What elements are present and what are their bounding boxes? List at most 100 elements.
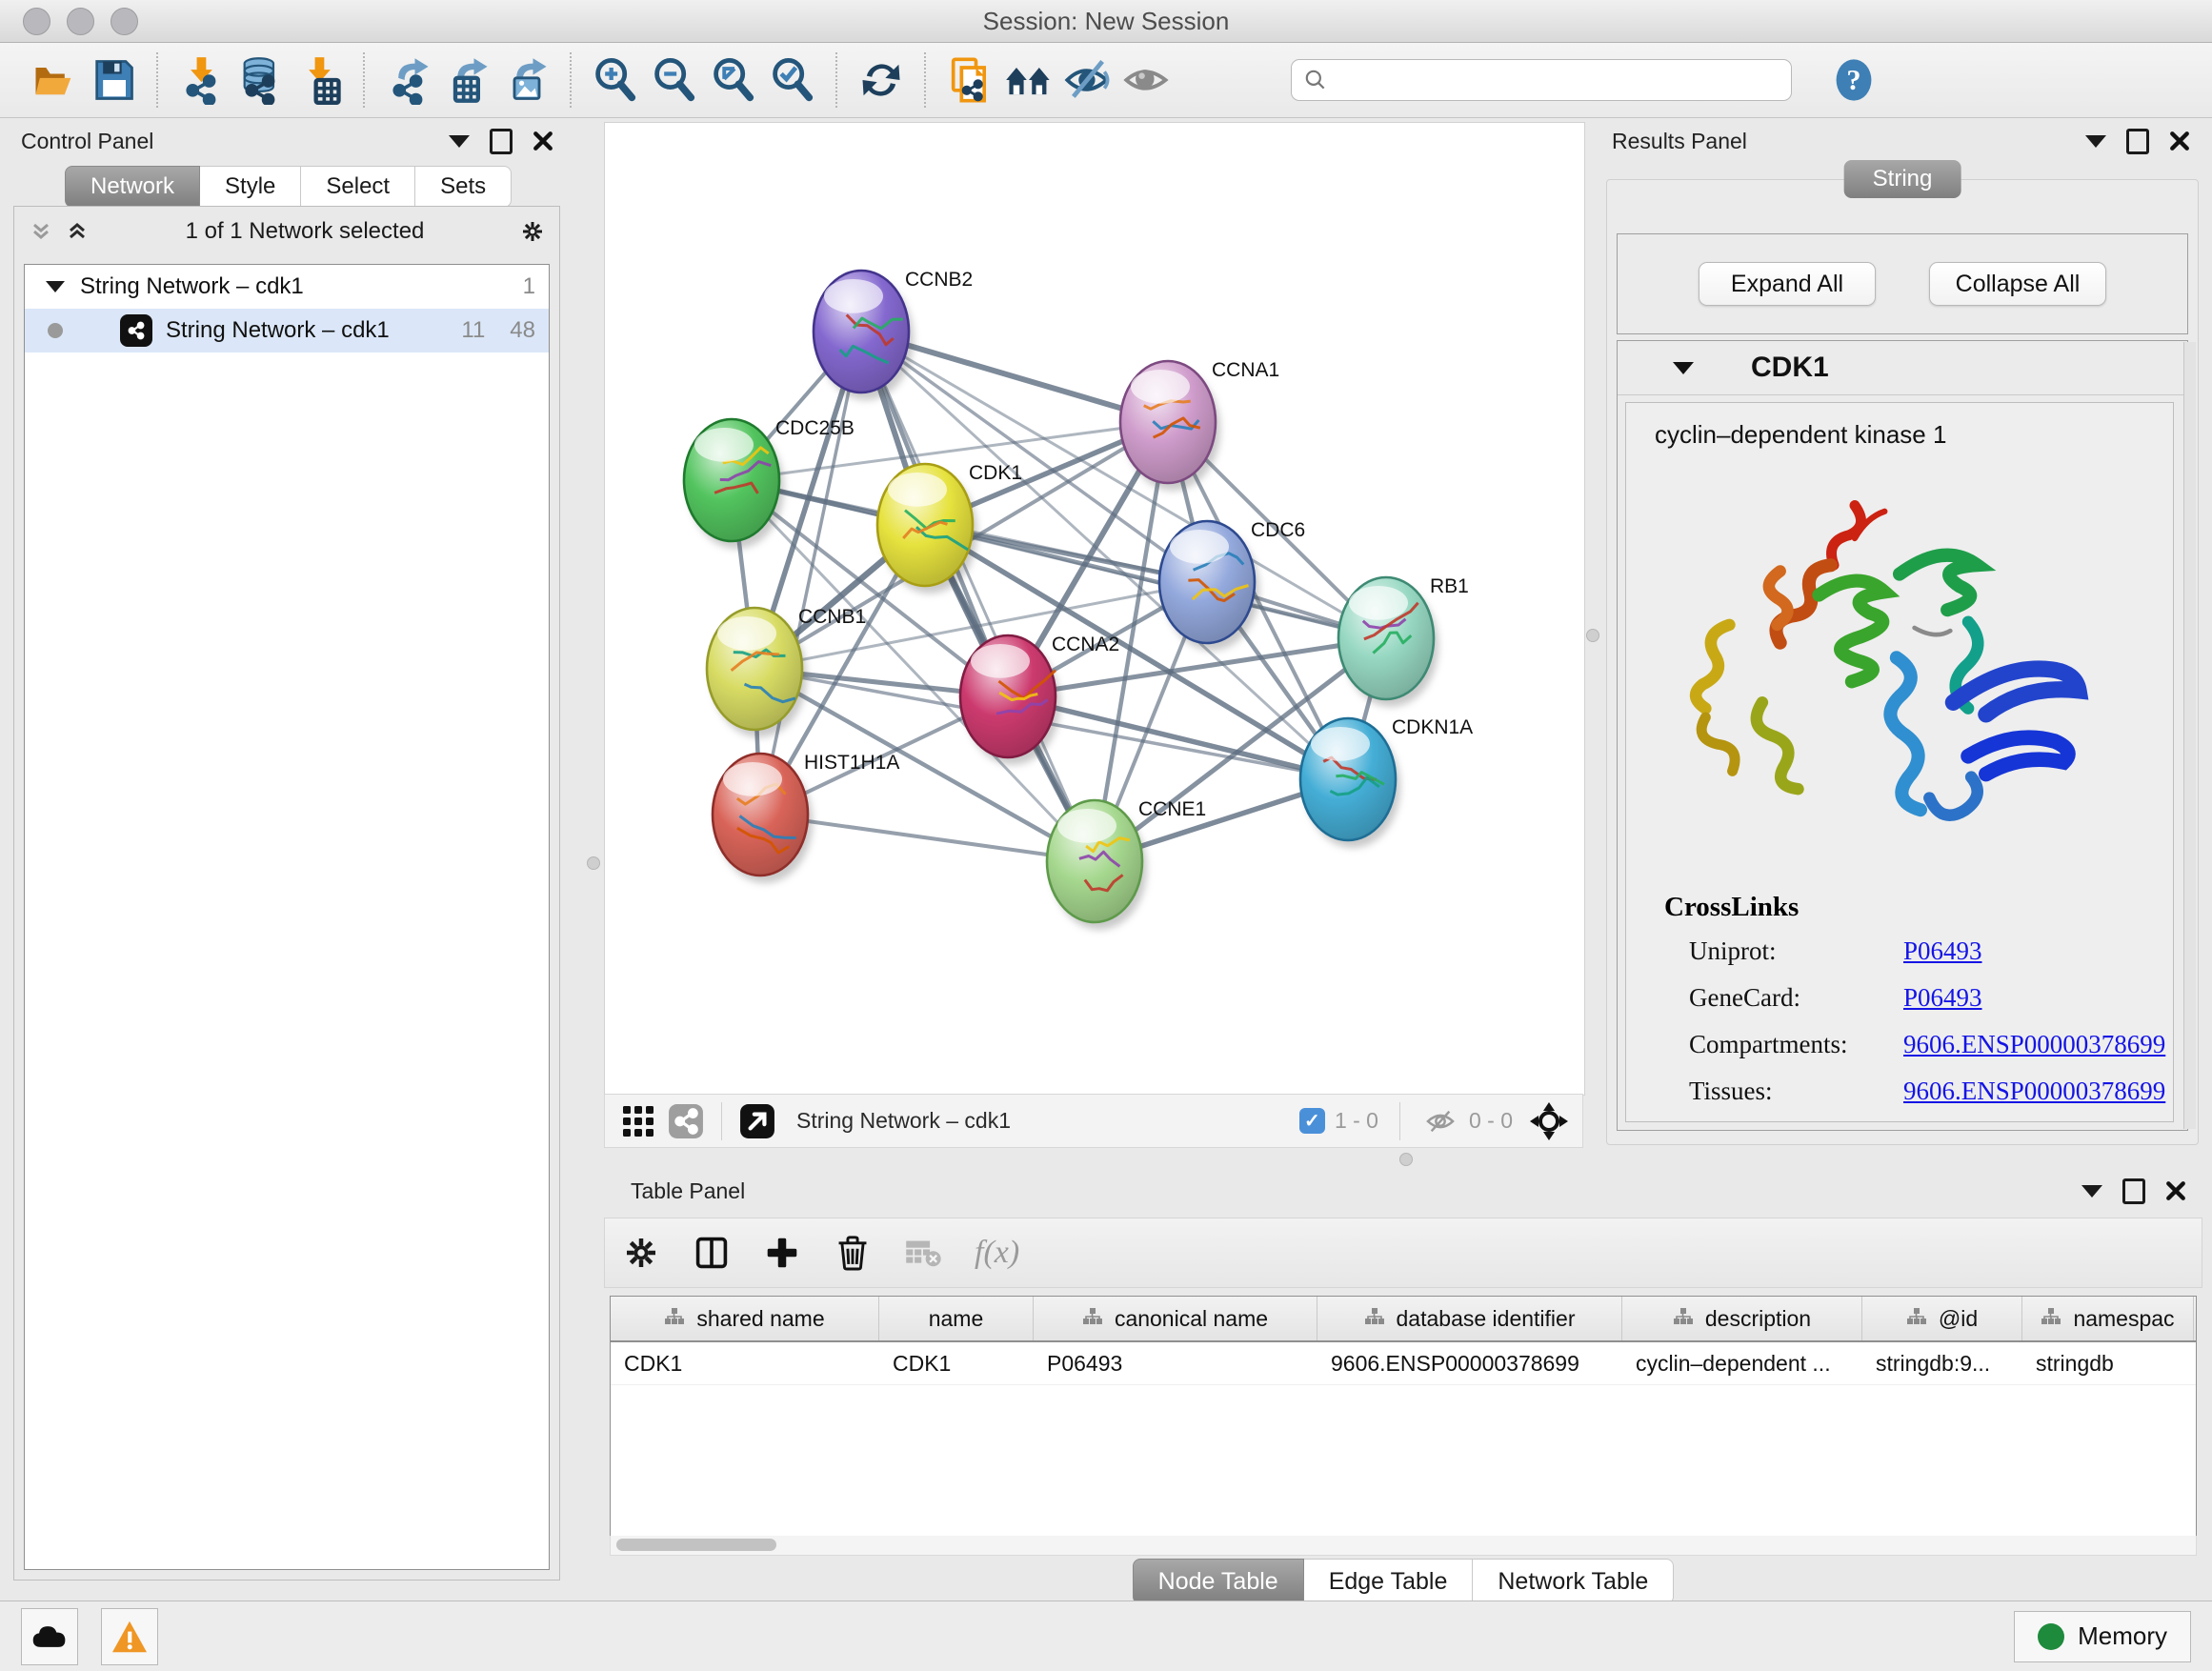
network-overview-button[interactable] <box>999 50 1058 110</box>
node-CDKN1A[interactable]: CDKN1A <box>1300 716 1473 848</box>
open-session-button[interactable] <box>25 50 84 110</box>
zoom-in-button[interactable] <box>586 50 645 110</box>
horizontal-splitter-handle[interactable] <box>1399 1153 1413 1166</box>
table-row[interactable]: CDK1CDK1P064939606.ENSP00000378699cyclin… <box>611 1342 2196 1385</box>
crosslink-link[interactable]: 9606.ENSP00000378699 <box>1903 1077 2165 1106</box>
table-close-icon[interactable] <box>2164 1179 2187 1202</box>
export-image-button[interactable] <box>497 50 556 110</box>
search-box[interactable] <box>1291 59 1792 101</box>
node-label-HIST1H1A: HIST1H1A <box>804 752 899 774</box>
network-row-selected[interactable]: String Network – cdk1 11 48 <box>25 309 549 352</box>
network-options-gear-icon[interactable] <box>521 220 544 243</box>
export-network-button[interactable] <box>379 50 438 110</box>
tab-sets[interactable]: Sets <box>415 166 512 208</box>
tab-string-results[interactable]: String <box>1844 160 1961 198</box>
node-CCNB2[interactable]: CCNB2 <box>814 269 973 400</box>
results-float-icon[interactable] <box>2126 130 2149 152</box>
network-share-view-icon[interactable] <box>667 1102 705 1140</box>
tab-node-table[interactable]: Node Table <box>1133 1559 1304 1604</box>
cdk1-collapse-caret[interactable] <box>1673 362 1694 374</box>
window-traffic-lights[interactable] <box>23 8 138 35</box>
save-session-button[interactable] <box>84 50 143 110</box>
hide-selected-button[interactable] <box>1058 50 1117 110</box>
tab-style[interactable]: Style <box>200 166 301 208</box>
column-header-@id[interactable]: @id <box>1862 1297 2022 1340</box>
close-window-button[interactable] <box>23 8 50 35</box>
automation-cloud-button[interactable] <box>21 1608 78 1665</box>
minimize-window-button[interactable] <box>67 8 94 35</box>
import-network-database-button[interactable] <box>231 50 291 110</box>
right-splitter-handle[interactable] <box>1586 629 1599 642</box>
show-grid-icon[interactable] <box>619 1102 657 1140</box>
zoom-selected-icon <box>768 55 817 105</box>
expand-all-button[interactable]: Expand All <box>1699 262 1876 306</box>
crosslink-link[interactable]: P06493 <box>1903 936 1982 966</box>
column-header-database-identifier[interactable]: database identifier <box>1317 1297 1622 1340</box>
edge-CCNB2-CCNE1[interactable] <box>861 332 1095 861</box>
float-panel-icon[interactable] <box>490 130 513 152</box>
import-table-file-button[interactable] <box>291 50 350 110</box>
crosslink-row: Tissues: 9606.ENSP00000378699 <box>1664 1077 2173 1106</box>
panel-menu-icon[interactable] <box>448 130 471 152</box>
table-horizontal-scrollbar[interactable] <box>610 1536 2197 1556</box>
hierarchy-icon <box>1364 1306 1385 1332</box>
refresh-button[interactable] <box>852 50 911 110</box>
column-header-shared-name[interactable]: shared name <box>611 1297 879 1340</box>
column-header-name[interactable]: name <box>879 1297 1034 1340</box>
tab-network-table[interactable]: Network Table <box>1473 1559 1674 1604</box>
warnings-button[interactable] <box>101 1608 158 1665</box>
results-scrollbar[interactable] <box>2183 342 2196 1129</box>
scrollbar-thumb[interactable] <box>616 1539 776 1551</box>
table-float-icon[interactable] <box>2122 1179 2145 1202</box>
show-graphics-details-button[interactable] <box>1117 50 1176 110</box>
table-options-gear-icon[interactable] <box>622 1234 660 1272</box>
table-menu-icon[interactable] <box>2081 1179 2103 1202</box>
export-table-button[interactable] <box>438 50 497 110</box>
node-CDC6[interactable]: CDC6 <box>1159 519 1305 651</box>
node-RB1[interactable]: RB1 <box>1338 575 1469 707</box>
node-CCNA1[interactable]: CCNA1 <box>1120 359 1279 491</box>
collapse-all-button[interactable]: Collapse All <box>1929 262 2106 306</box>
selected-items-checkbox-icon[interactable]: ✓ <box>1299 1108 1325 1134</box>
cdk1-card-header[interactable]: CDK1 <box>1618 341 2187 395</box>
delete-column-trash-icon[interactable] <box>834 1234 872 1272</box>
node-HIST1H1A[interactable]: HIST1H1A <box>713 752 899 883</box>
tab-network[interactable]: Network <box>65 166 200 208</box>
zoom-fit-button[interactable] <box>704 50 763 110</box>
show-columns-icon[interactable] <box>693 1234 731 1272</box>
column-header-namespac[interactable]: namespac <box>2022 1297 2194 1340</box>
network-collection-row[interactable]: String Network – cdk1 1 <box>25 265 549 309</box>
expand-all-networks-icon[interactable] <box>66 220 89 243</box>
zoom-selected-button[interactable] <box>763 50 822 110</box>
birds-eye-view-icon[interactable] <box>1530 1102 1568 1140</box>
zoom-out-button[interactable] <box>645 50 704 110</box>
collapse-all-networks-icon[interactable] <box>30 220 52 243</box>
cloud-icon <box>30 1622 69 1651</box>
collection-expand-caret[interactable] <box>46 281 65 292</box>
network-canvas[interactable]: CCNB2CCNA1CDC25BCDK1CDC6RB1CCNB1CCNA2CDK… <box>604 122 1585 1096</box>
tab-select[interactable]: Select <box>301 166 415 208</box>
import-network-file-button[interactable] <box>172 50 231 110</box>
crosslink-link[interactable]: 9606.ENSP00000378699 <box>1903 1030 2165 1059</box>
help-button[interactable]: ? <box>1824 50 1883 110</box>
open-in-window-icon[interactable] <box>738 1102 776 1140</box>
node-CCNE1[interactable]: CCNE1 <box>1047 798 1206 930</box>
edge-CDK1-RB1[interactable] <box>925 525 1386 638</box>
memory-button[interactable]: Memory <box>2014 1611 2191 1662</box>
create-column-icon[interactable] <box>763 1234 801 1272</box>
results-menu-icon[interactable] <box>2084 130 2107 152</box>
close-panel-icon[interactable] <box>532 130 554 152</box>
node-CCNA2[interactable]: CCNA2 <box>960 634 1119 765</box>
zoom-window-button[interactable] <box>111 8 138 35</box>
results-close-icon[interactable] <box>2168 130 2191 152</box>
crosslink-link[interactable]: P06493 <box>1903 983 1982 1013</box>
string-network-graph[interactable]: CCNB2CCNA1CDC25BCDK1CDC6RB1CCNB1CCNA2CDK… <box>605 123 1584 1095</box>
duplicate-network-button[interactable] <box>940 50 999 110</box>
edge-CCNB2-HIST1H1A[interactable] <box>760 332 861 815</box>
search-input[interactable] <box>1336 67 1780 93</box>
node-CDK1[interactable]: CDK1 <box>877 462 1022 594</box>
tab-edge-table[interactable]: Edge Table <box>1304 1559 1474 1604</box>
column-header-description[interactable]: description <box>1622 1297 1862 1340</box>
column-header-canonical-name[interactable]: canonical name <box>1034 1297 1317 1340</box>
left-splitter-handle[interactable] <box>587 856 600 870</box>
